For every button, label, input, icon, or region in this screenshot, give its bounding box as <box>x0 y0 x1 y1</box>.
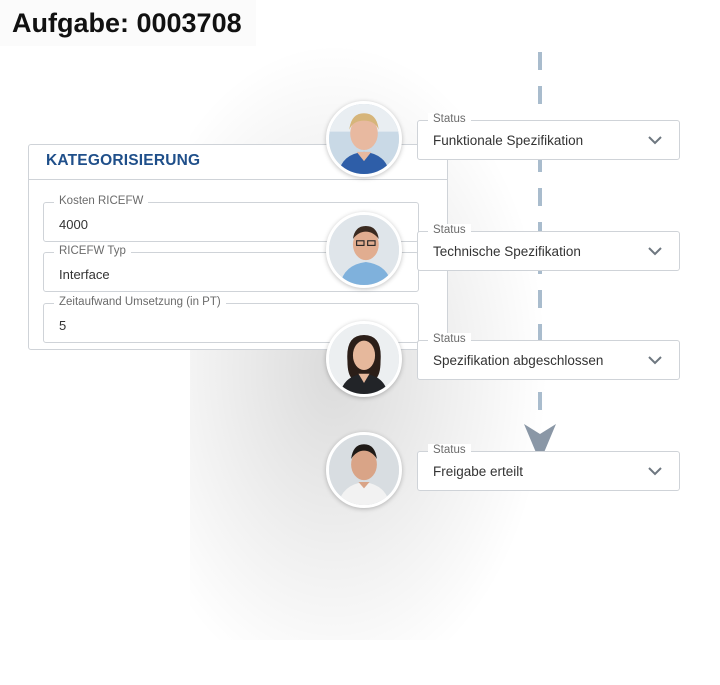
avatar-image <box>329 324 399 394</box>
status-value: Technische Spezifikation <box>433 244 581 259</box>
field-label: Zeitaufwand Umsetzung (in PT) <box>54 296 226 308</box>
avatar-woman-blonde <box>326 101 402 177</box>
field-value: 5 <box>59 318 67 333</box>
field-label: RICEFW Typ <box>54 245 131 257</box>
chevron-down-icon[interactable] <box>647 352 663 368</box>
avatar-man-glasses <box>326 212 402 288</box>
avatar-image <box>329 435 399 505</box>
chevron-down-icon[interactable] <box>647 132 663 148</box>
chevron-down-icon[interactable] <box>647 463 663 479</box>
status-select-step-4[interactable]: Status Freigabe erteilt <box>417 444 680 491</box>
avatar-woman-dark-hair <box>326 321 402 397</box>
avatar-image <box>329 104 399 174</box>
status-select-step-2[interactable]: Status Technische Spezifikation <box>417 224 680 271</box>
status-value: Freigabe erteilt <box>433 464 524 479</box>
status-label: Status <box>428 113 471 125</box>
status-value: Spezifikation abgeschlossen <box>433 353 604 368</box>
field-value: Interface <box>59 267 110 282</box>
status-label: Status <box>428 444 471 456</box>
chevron-down-icon[interactable] <box>647 243 663 259</box>
field-label: Kosten RICEFW <box>54 195 149 207</box>
field-value: 4000 <box>59 217 88 232</box>
avatar-man-dark-hair <box>326 432 402 508</box>
status-label: Status <box>428 333 471 345</box>
page-title: Aufgabe: 0003708 <box>0 0 256 46</box>
status-value: Funktionale Spezifikation <box>433 133 584 148</box>
status-select-step-1[interactable]: Status Funktionale Spezifikation <box>417 113 680 160</box>
avatar-image <box>329 215 399 285</box>
status-select-step-3[interactable]: Status Spezifikation abgeschlossen <box>417 333 680 380</box>
status-label: Status <box>428 224 471 236</box>
